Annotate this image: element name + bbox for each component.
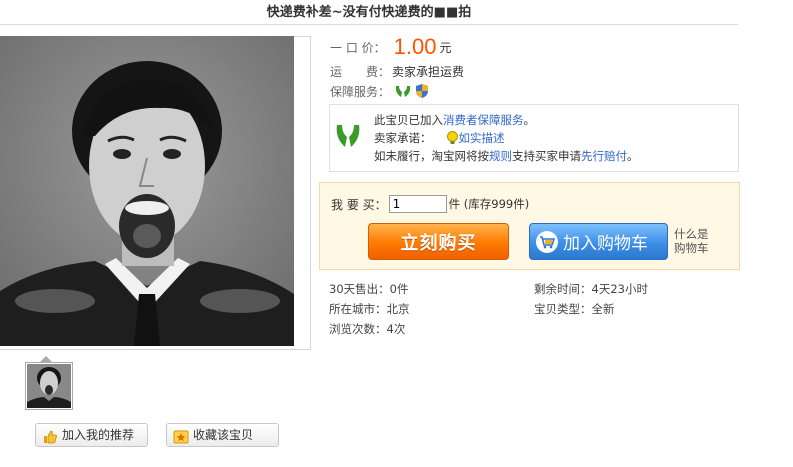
whats-cart-link[interactable]: 什么是 购物车 [674, 227, 709, 255]
price-value: 1.00 [393, 34, 437, 59]
thumbs-up-icon [42, 428, 58, 444]
bulb-icon [446, 131, 459, 145]
whats-cart-line-1: 什么是 [674, 227, 709, 241]
sold-count: 30天售出：0件 [329, 282, 409, 296]
seller-promise-label: 卖家承诺： [374, 131, 432, 145]
favorite-star-icon [173, 428, 189, 444]
remaining-time: 剩余时间：4天23小时 [534, 282, 648, 296]
title-divider [0, 24, 738, 25]
favorite-label: 收藏该宝贝 [193, 428, 254, 442]
thumbnail[interactable] [25, 362, 73, 410]
guarantee-text: 此宝贝已加入消费者保障服务。 卖家承诺： 如实描述 如未履行，淘宝网将按规则支持… [374, 111, 639, 165]
shipping-row: 运 费： 卖家承担运费 [330, 62, 464, 80]
guarantee-row: 保障服务： [330, 81, 429, 101]
shipping-label: 运 费： [330, 64, 391, 79]
guarantee-line-1-prefix: 此宝贝已加入 [374, 113, 443, 127]
consumer-protection-link[interactable]: 消费者保障服务 [443, 113, 524, 127]
item-type: 宝贝类型：全新 [534, 302, 615, 316]
buy-now-button[interactable]: 立刻购买 [368, 223, 509, 260]
main-photo[interactable] [0, 36, 294, 346]
guarantee-line-1-suffix: 。 [523, 113, 536, 127]
guarantee-line-3-mid: 支持买家申请 [512, 149, 581, 163]
price-label: 一 口 价： [330, 40, 386, 55]
stock-text: 件 (库存999件) [448, 197, 530, 211]
guarantee-line-3: 如未履行，淘宝网将按规则支持买家申请先行赔付。 [374, 147, 639, 165]
guarantee-line-1: 此宝贝已加入消费者保障服务。 [374, 111, 639, 129]
add-to-cart-label: 加入购物车 [563, 234, 648, 254]
city: 所在城市：北京 [329, 302, 410, 316]
guarantee-label: 保障服务： [330, 84, 391, 99]
consumer-protection-icon[interactable] [394, 83, 412, 99]
item-title: 快递费补差~没有付快递费的■■拍 [266, 5, 472, 20]
guarantee-line-2: 卖家承诺： 如实描述 [374, 129, 639, 147]
quantity-input[interactable] [388, 195, 447, 213]
price-row: 一 口 价： 1.00 元 [330, 34, 451, 60]
quantity-label: 我 要 买： [331, 197, 387, 212]
shield-icon[interactable] [415, 83, 429, 99]
portrait-image [0, 36, 294, 346]
view-count: 浏览次数：4次 [329, 322, 406, 336]
thumbnail-image [27, 364, 71, 408]
favorite-button[interactable]: 收藏该宝贝 [166, 423, 279, 447]
add-recommend-label: 加入我的推荐 [62, 428, 135, 442]
cart-icon [536, 230, 558, 253]
whats-cart-line-2: 购物车 [674, 241, 709, 255]
shipping-value: 卖家承担运费 [392, 64, 465, 79]
price-unit: 元 [439, 40, 452, 55]
guarantee-line-3-suffix: 。 [627, 149, 639, 163]
rules-link[interactable]: 规则 [489, 149, 512, 163]
guarantee-line-3-prefix: 如未履行，淘宝网将按 [374, 149, 489, 163]
add-recommend-button[interactable]: 加入我的推荐 [35, 423, 148, 447]
guarantee-hands-icon [335, 120, 361, 153]
accurate-description-link[interactable]: 如实描述 [459, 129, 505, 147]
add-to-cart-button[interactable]: 加入购物车 [529, 223, 668, 260]
advance-compensation-link[interactable]: 先行赔付 [581, 149, 627, 163]
quantity-row: 我 要 买： 件 (库存999件) [331, 193, 529, 215]
